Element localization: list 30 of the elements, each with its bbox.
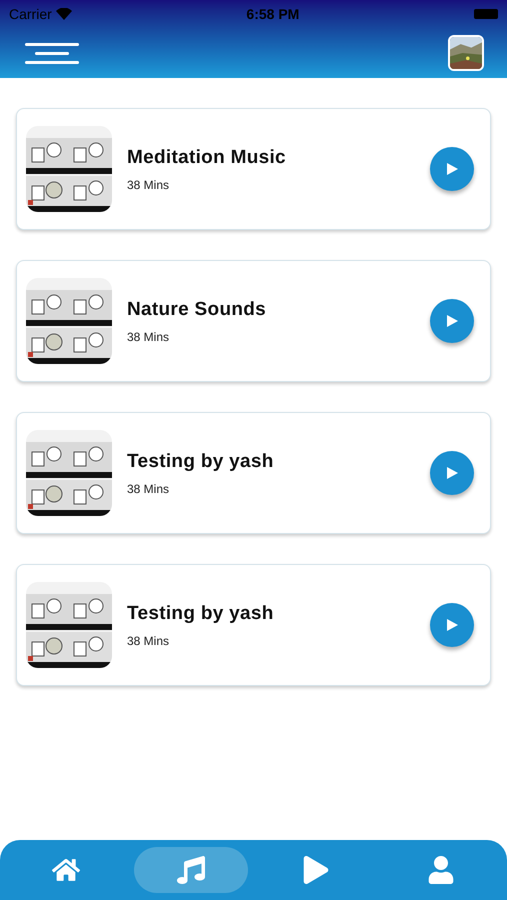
- music-note-icon: [177, 856, 206, 884]
- play-icon: [302, 856, 330, 884]
- play-button[interactable]: [430, 299, 474, 343]
- home-icon: [52, 856, 80, 884]
- track-title: Testing by yash: [127, 450, 275, 474]
- battery-icon: [474, 9, 498, 19]
- track-card[interactable]: Nature Sounds 38 Mins: [16, 260, 491, 382]
- play-button[interactable]: [430, 603, 474, 647]
- user-icon: [426, 856, 455, 884]
- track-card[interactable]: Testing by yash 38 Mins: [16, 412, 491, 534]
- status-time: 6:58 PM: [246, 4, 300, 24]
- play-icon: [445, 618, 459, 632]
- track-title: Meditation Music: [127, 146, 287, 170]
- track-duration: 38 Mins: [127, 329, 170, 346]
- track-card[interactable]: Meditation Music 38 Mins: [16, 108, 491, 230]
- track-duration: 38 Mins: [127, 177, 170, 194]
- play-button[interactable]: [430, 147, 474, 191]
- nav-tab[interactable]: [134, 847, 248, 893]
- play-button[interactable]: [430, 451, 474, 495]
- track-duration: 38 Mins: [127, 633, 170, 650]
- track-card[interactable]: Testing by yash 38 Mins: [16, 564, 491, 686]
- play-icon: [445, 162, 459, 176]
- track-title: Testing by yash: [127, 602, 275, 626]
- wifi-icon: [56, 8, 72, 20]
- play-icon: [445, 314, 459, 328]
- play-icon: [445, 466, 459, 480]
- track-title: Nature Sounds: [127, 298, 268, 322]
- track-duration: 38 Mins: [127, 481, 170, 498]
- carrier-label: Carrier: [9, 4, 52, 24]
- menu-icon[interactable]: [25, 42, 79, 64]
